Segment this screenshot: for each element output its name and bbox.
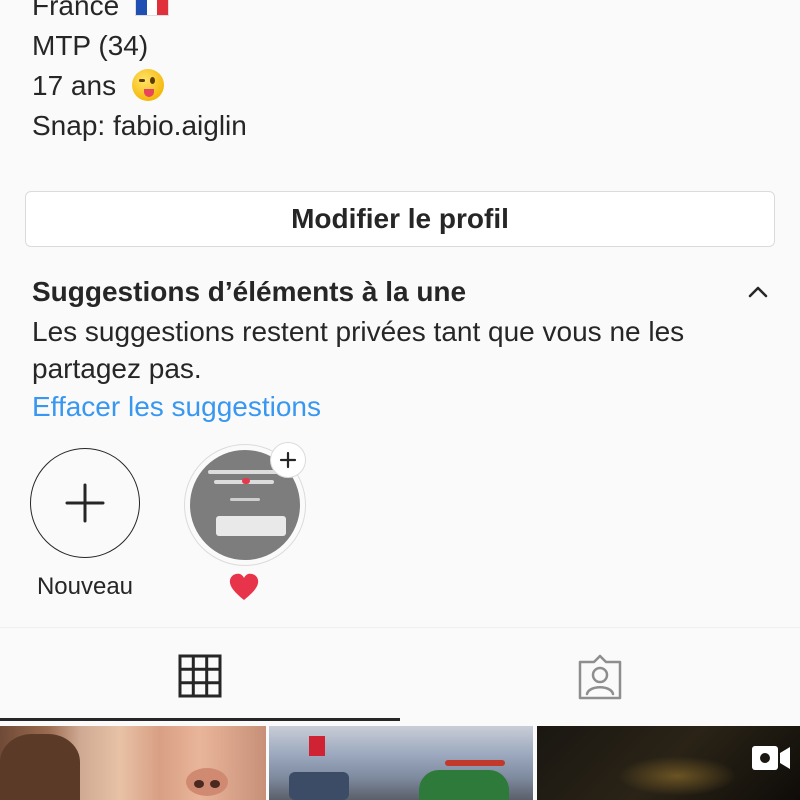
chevron-up-icon[interactable] — [744, 278, 772, 306]
section-divider — [0, 627, 800, 628]
tagged-person-icon — [578, 654, 622, 700]
winking-face-icon — [131, 68, 164, 101]
post-thumbnail[interactable] — [269, 726, 533, 800]
grid-icon — [178, 654, 222, 698]
video-icon — [752, 746, 790, 770]
plus-icon — [65, 483, 105, 523]
active-tab-indicator — [0, 718, 400, 721]
tab-grid[interactable] — [178, 654, 222, 698]
suggestions-description: Les suggestions restent privées tant que… — [32, 316, 685, 384]
new-highlight-label: Nouveau — [36, 573, 134, 600]
post-thumbnail[interactable] — [0, 726, 266, 800]
suggestions-title: Suggestions d’éléments à la une — [32, 276, 467, 307]
france-flag-icon — [134, 0, 169, 16]
edit-profile-button[interactable]: Modifier le profil — [25, 191, 775, 247]
add-highlight-plus-icon[interactable] — [270, 442, 306, 478]
bio-line-snapchat: Snap: fabio.aiglin — [32, 110, 247, 141]
profile-bio: France MTP (34) 17 ans Snap: fabio.aigli… — [32, 0, 247, 146]
heart-emoji-icon — [228, 572, 260, 602]
new-highlight-button[interactable] — [30, 448, 140, 558]
tab-tagged[interactable] — [576, 654, 624, 700]
bio-line-location: MTP (34) — [32, 30, 149, 61]
post-thumbnail[interactable] — [537, 726, 800, 800]
clear-suggestions-link[interactable]: Effacer les suggestions — [32, 388, 321, 425]
bio-line-country: France — [32, 0, 247, 26]
bio-line-age: 17 ans — [32, 66, 247, 106]
